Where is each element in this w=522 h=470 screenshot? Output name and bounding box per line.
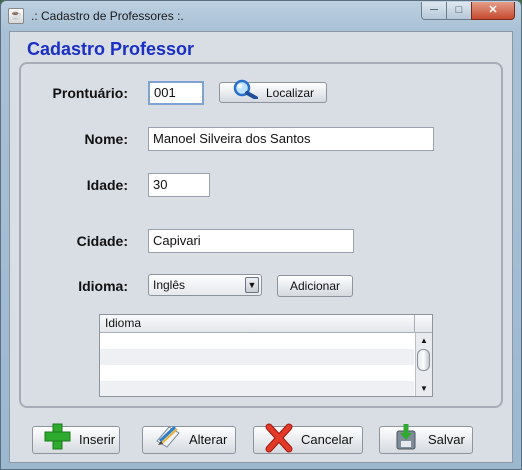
cancelar-label: Cancelar	[301, 432, 354, 447]
table-row[interactable]	[100, 381, 414, 396]
localizar-label: Localizar	[266, 86, 315, 100]
idioma-selected-value: Inglês	[153, 278, 186, 292]
table-row[interactable]	[100, 333, 414, 349]
magnifier-icon	[233, 79, 258, 99]
alterar-label: Alterar	[189, 432, 228, 447]
idioma-table[interactable]: Idioma ▲ ▼	[99, 314, 433, 397]
title-bar[interactable]: ☕ .: Cadastro de Professores :. ─ □ ✕	[1, 1, 521, 31]
localizar-button[interactable]: Localizar	[219, 79, 327, 103]
table-header-idioma[interactable]: Idioma	[100, 315, 414, 333]
table-header-corner	[414, 315, 432, 333]
idade-input[interactable]: 30	[148, 173, 210, 197]
chevron-down-icon[interactable]: ▼	[245, 277, 259, 293]
scroll-up-icon[interactable]: ▲	[418, 334, 430, 347]
salvar-label: Salvar	[428, 432, 465, 447]
red-x-icon	[265, 423, 293, 453]
plus-icon	[44, 423, 71, 450]
maximize-button[interactable]: □	[446, 2, 472, 20]
save-download-icon	[396, 424, 416, 450]
cidade-label: Cidade:	[76, 233, 128, 249]
page-title: Cadastro Professor	[27, 39, 195, 59]
inserir-button[interactable]: Inserir	[32, 423, 120, 454]
adicionar-button[interactable]: Adicionar	[277, 275, 353, 297]
table-vertical-scrollbar[interactable]: ▲ ▼	[415, 333, 432, 396]
inserir-label: Inserir	[79, 432, 116, 447]
idioma-label: Idioma:	[78, 278, 128, 294]
idade-label: Idade:	[86, 177, 128, 193]
window-title: .: Cadastro de Professores :.	[31, 9, 184, 23]
table-row[interactable]	[100, 365, 414, 381]
window-frame: ☕ .: Cadastro de Professores :. ─ □ ✕ Ca…	[0, 0, 522, 470]
alterar-button[interactable]: Alterar	[142, 425, 236, 454]
form-client-area: Cadastro Professor Prontuário: 001 Local…	[9, 31, 513, 463]
edit-pencil-icon	[156, 425, 180, 448]
idioma-select[interactable]: Inglês ▼	[148, 274, 262, 296]
table-row[interactable]	[100, 349, 414, 365]
nome-label: Nome:	[84, 131, 128, 147]
cidade-input[interactable]: Capivari	[148, 229, 354, 253]
java-cup-icon: ☕	[8, 8, 24, 24]
salvar-button[interactable]: Salvar	[379, 424, 473, 454]
nome-input[interactable]: Manoel Silveira dos Santos	[148, 127, 434, 151]
scrollbar-thumb[interactable]	[417, 349, 430, 371]
scroll-down-icon[interactable]: ▼	[418, 382, 430, 395]
cancelar-button[interactable]: Cancelar	[253, 423, 363, 454]
close-button[interactable]: ✕	[471, 2, 515, 20]
prontuario-input[interactable]: 001	[148, 81, 204, 105]
minimize-button[interactable]: ─	[421, 2, 447, 20]
prontuario-label: Prontuário:	[52, 85, 128, 101]
